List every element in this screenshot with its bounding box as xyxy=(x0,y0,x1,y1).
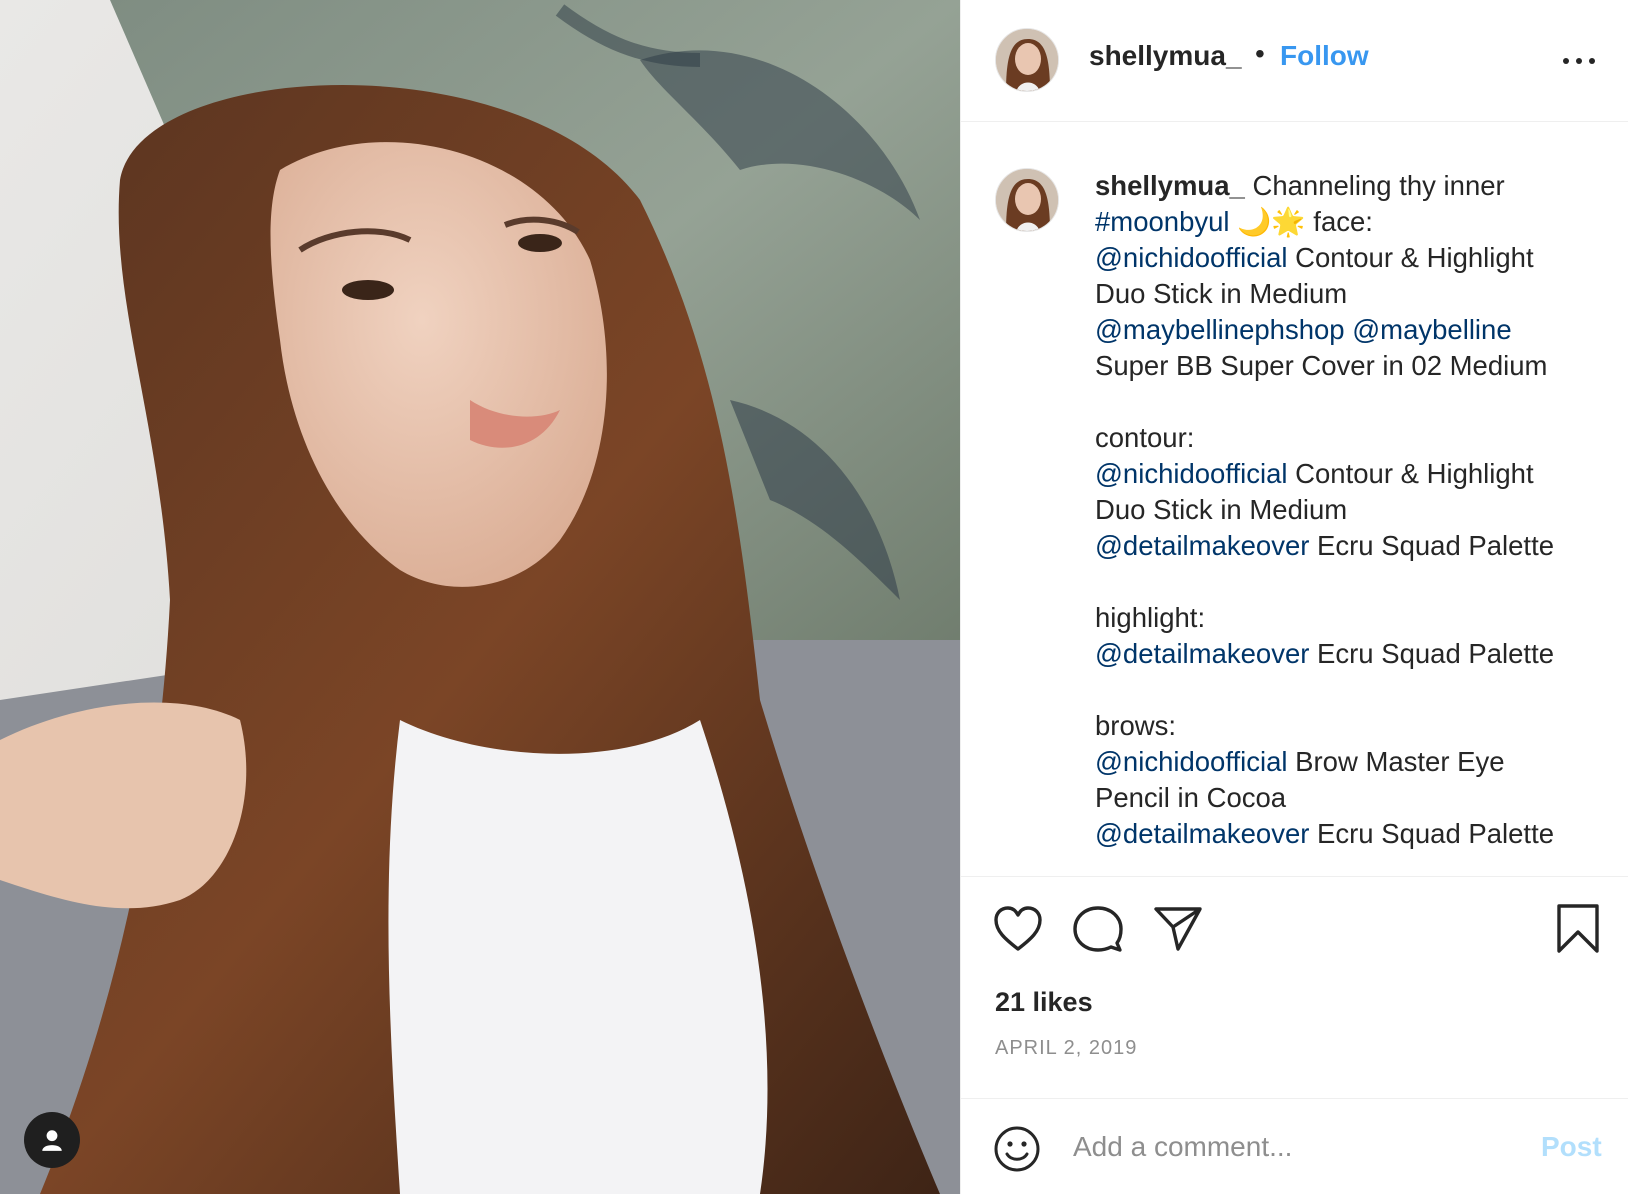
caption-text: Contour & Highlight xyxy=(1287,458,1534,489)
avatar-image xyxy=(996,29,1058,91)
caption-text: Brow Master Eye xyxy=(1287,746,1505,777)
post-photo[interactable] xyxy=(0,0,960,1194)
avatar[interactable] xyxy=(995,28,1059,92)
post-comment-button[interactable]: Post xyxy=(1541,1131,1602,1163)
caption-text: highlight: xyxy=(1095,602,1206,633)
mention-link[interactable]: @detailmakeover xyxy=(1095,530,1309,561)
caption-text: Duo Stick in Medium xyxy=(1095,494,1348,525)
likes-count[interactable]: 21 likes xyxy=(995,987,1093,1018)
tagged-users-button[interactable] xyxy=(24,1112,80,1168)
separator-dot: • xyxy=(1255,38,1265,69)
caption-username[interactable]: shellymua_ xyxy=(1095,170,1245,201)
mention-link[interactable]: @detailmakeover xyxy=(1095,818,1309,849)
mention-link[interactable]: @nichidoofficial xyxy=(1095,242,1288,273)
post-actions: 21 likes APRIL 2, 2019 xyxy=(961,876,1628,1098)
user-tag-icon xyxy=(42,1130,62,1151)
mention-link[interactable]: @maybelline xyxy=(1352,314,1511,345)
mention-link[interactable]: @nichidoofficial xyxy=(1095,746,1288,777)
post-date[interactable]: APRIL 2, 2019 xyxy=(995,1037,1137,1060)
comment-input[interactable] xyxy=(1071,1121,1515,1173)
post-side-panel: shellymua_ • Follow shellymua_ Channelin… xyxy=(960,0,1628,1194)
author-username[interactable]: shellymua_ xyxy=(1089,40,1242,72)
add-comment-bar: Post xyxy=(961,1098,1628,1194)
mention-link[interactable]: @maybellinephshop xyxy=(1095,314,1345,345)
mention-link[interactable]: @nichidoofficial xyxy=(1095,458,1288,489)
share-button[interactable] xyxy=(1153,905,1203,958)
comments-area: shellymua_ Channeling thy inner #moonbyu… xyxy=(961,122,1628,876)
caption-text: Ecru Squad Palette xyxy=(1309,818,1555,849)
emoji-button[interactable] xyxy=(993,1125,1041,1178)
avatar-image xyxy=(996,169,1058,231)
paper-plane-icon xyxy=(1154,907,1202,951)
caption-text: face: xyxy=(1305,206,1373,237)
caption-text: Channeling thy inner xyxy=(1244,170,1505,201)
caption-text: Ecru Squad Palette xyxy=(1309,530,1555,561)
bookmark-icon xyxy=(1557,904,1599,953)
smiley-icon xyxy=(994,1126,1040,1172)
like-button[interactable] xyxy=(993,905,1043,958)
caption-text: Duo Stick in Medium xyxy=(1095,278,1348,309)
caption-text: Ecru Squad Palette xyxy=(1309,638,1555,669)
photo-illustration xyxy=(0,0,960,1194)
more-options-icon[interactable] xyxy=(1559,48,1599,72)
caption-text: contour: xyxy=(1095,422,1195,453)
caption-text: Contour & Highlight xyxy=(1287,242,1534,273)
caption-avatar[interactable] xyxy=(995,168,1059,232)
caption-text: brows: xyxy=(1095,710,1176,741)
mention-link[interactable]: @detailmakeover xyxy=(1095,638,1309,669)
post-caption: shellymua_ Channeling thy inner #moonbyu… xyxy=(1095,168,1595,852)
follow-button[interactable]: Follow xyxy=(1280,40,1369,72)
caption-emoji: 🌙🌟 xyxy=(1237,206,1306,237)
caption-text: Super BB Super Cover in 02 Medium xyxy=(1095,350,1548,381)
comment-icon xyxy=(1073,906,1123,952)
post-header: shellymua_ • Follow xyxy=(961,0,1628,122)
save-button[interactable] xyxy=(1555,903,1601,960)
caption-text: Pencil in Cocoa xyxy=(1095,782,1287,813)
heart-icon xyxy=(994,906,1042,951)
comment-button[interactable] xyxy=(1073,905,1123,958)
hashtag-link[interactable]: #moonbyul xyxy=(1095,206,1230,237)
